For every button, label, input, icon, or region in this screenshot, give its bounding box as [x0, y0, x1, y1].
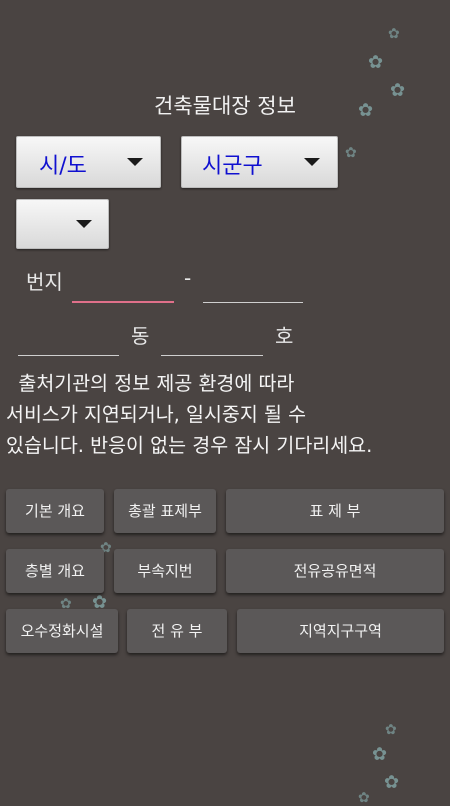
- zoning-area-button[interactable]: 지역지구구역: [237, 609, 444, 653]
- annex-lot-button[interactable]: 부속지번: [114, 549, 216, 593]
- bunji-dash: -: [184, 266, 192, 290]
- sido-spinner-label: 시/도: [39, 154, 87, 179]
- sigungu-spinner-label: 시군구: [202, 154, 263, 179]
- dong-spinner[interactable]: [16, 199, 109, 249]
- bunji-label: 번지: [26, 270, 63, 294]
- dong-input[interactable]: [18, 355, 119, 356]
- decor-flower-icon: ✿: [384, 772, 400, 793]
- page-title: 건축물대장 정보: [154, 94, 296, 118]
- bunji-sub-input[interactable]: [203, 302, 303, 303]
- dong-label: 동: [131, 324, 150, 348]
- title-section-button[interactable]: 표 제 부: [226, 489, 444, 533]
- basic-overview-button[interactable]: 기본 개요: [6, 489, 104, 533]
- ho-label: 호: [275, 324, 294, 348]
- sewage-facility-button[interactable]: 오수정화시설: [6, 609, 118, 653]
- decor-flower-icon: ✿: [368, 52, 384, 73]
- decor-flower-icon: ✿: [372, 744, 388, 765]
- sido-spinner[interactable]: 시/도: [16, 136, 161, 188]
- dropdown-arrow-icon: [127, 158, 143, 166]
- ho-input[interactable]: [161, 355, 263, 356]
- exclusive-section-button[interactable]: 전 유 부: [127, 609, 227, 653]
- dropdown-arrow-icon: [304, 158, 320, 166]
- bunji-main-input[interactable]: [72, 301, 174, 303]
- sigungu-spinner[interactable]: 시군구: [181, 136, 338, 188]
- decor-flower-icon: ✿: [345, 145, 357, 161]
- floor-overview-button[interactable]: 층별 개요: [6, 549, 104, 593]
- dropdown-arrow-icon: [76, 220, 92, 228]
- decor-flower-icon: ✿: [388, 26, 400, 42]
- exclusive-common-area-button[interactable]: 전유공유면적: [226, 549, 444, 593]
- decor-flower-icon: ✿: [358, 790, 370, 806]
- decor-flower-icon: ✿: [385, 722, 397, 738]
- general-title-button[interactable]: 총괄 표제부: [114, 489, 216, 533]
- service-notice: 출처기관의 정보 제공 환경에 따라 서비스가 지연되거나, 일시중지 될 수 …: [6, 372, 373, 457]
